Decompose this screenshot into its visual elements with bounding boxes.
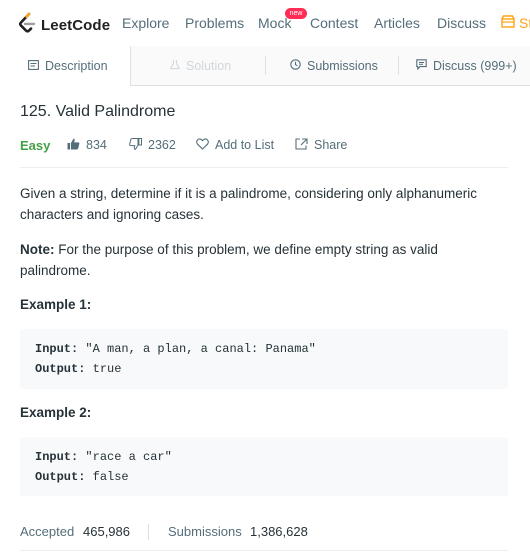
heart-icon: [196, 137, 215, 153]
tab-divider: [398, 56, 399, 75]
tab-label: Solution: [186, 58, 232, 73]
problem-description: Given a string, determine if it is a pal…: [20, 186, 477, 222]
accepted-value: 465,986: [83, 524, 130, 539]
submissions-value: 1,386,628: [250, 524, 308, 539]
store-icon: [501, 15, 519, 31]
tab-solution[interactable]: Solution: [169, 46, 232, 85]
share-label: Share: [314, 138, 348, 152]
tab-description[interactable]: Description: [0, 46, 131, 86]
logo[interactable]: LeetCode: [18, 12, 110, 39]
divider: [20, 167, 508, 168]
brand-name: LeetCode: [41, 17, 111, 34]
like-count: 834: [86, 138, 107, 152]
note-text: For the purpose of this problem, we defi…: [20, 242, 438, 278]
nav-articles[interactable]: Articles: [374, 15, 420, 31]
example-output: Output: true: [35, 362, 122, 376]
add-to-list-label: Add to List: [215, 138, 275, 152]
clock-icon: [290, 58, 307, 73]
tab-discuss[interactable]: Discuss (999+): [416, 46, 517, 85]
note-label: Note:: [20, 242, 55, 257]
example-1-code: Input: "A man, a plan, a canal: Panama" …: [20, 329, 508, 389]
problem-title: 125. Valid Palindrome: [20, 103, 176, 120]
tab-label: Discuss (999+): [433, 58, 517, 73]
comment-icon: [416, 58, 433, 73]
flask-icon: [169, 59, 186, 73]
example-output: Output: false: [35, 470, 129, 484]
difficulty-badge: Easy: [20, 137, 51, 153]
example-1-heading: Example 1:: [20, 297, 92, 312]
thumbs-down-icon: [129, 137, 148, 153]
divider: [20, 550, 508, 551]
like-button[interactable]: 834: [67, 138, 107, 153]
nav-explore[interactable]: Explore: [122, 15, 169, 31]
tab-label: Submissions: [307, 58, 378, 73]
problem-tabs: Description Solution Submissions Discuss…: [0, 46, 530, 86]
accepted-label: Accepted: [20, 524, 75, 539]
problem-note: Note: For the purpose of this problem, w…: [20, 239, 490, 281]
nav-problems[interactable]: Problems: [185, 15, 244, 31]
top-navbar: LeetCode Explore Problems Mock new Conte…: [0, 0, 530, 46]
tab-submissions[interactable]: Submissions: [290, 46, 378, 85]
submissions-label: Submissions: [168, 524, 242, 539]
tab-label: Description: [45, 59, 108, 73]
thumbs-up-icon: [67, 138, 86, 153]
tab-divider: [265, 56, 266, 75]
new-badge: new: [285, 8, 307, 19]
nav-contest[interactable]: Contest: [310, 15, 358, 31]
leetcode-logo-icon: [18, 12, 36, 39]
nav-discuss[interactable]: Discuss: [437, 15, 486, 31]
dislike-count: 2362: [148, 138, 176, 152]
nav-store[interactable]: St: [501, 15, 530, 31]
example-2-heading: Example 2:: [20, 405, 92, 420]
description-icon: [28, 59, 45, 73]
example-input: Input: "A man, a plan, a canal: Panama": [35, 342, 316, 356]
share-button[interactable]: Share: [295, 137, 348, 153]
stats-divider: [148, 524, 149, 540]
share-icon: [295, 137, 314, 153]
example-2-code: Input: "race a car" Output: false: [20, 437, 508, 496]
store-label: St: [519, 15, 530, 31]
dislike-button[interactable]: 2362: [129, 137, 176, 153]
example-input: Input: "race a car": [35, 450, 172, 464]
add-to-list-button[interactable]: Add to List: [196, 137, 275, 153]
